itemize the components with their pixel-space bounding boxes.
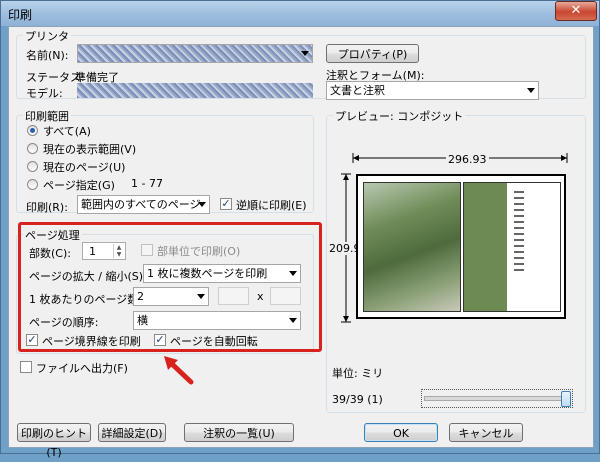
ok-button[interactable]: OK (364, 423, 438, 442)
preview-page (356, 174, 566, 319)
radio-pages-label: ページ指定(G) (43, 179, 115, 192)
preview-thumbnail-2 (463, 182, 561, 312)
reverse-pages-label: 逆順に印刷(E) (236, 199, 307, 212)
radio-pages[interactable] (27, 179, 38, 190)
slider-thumb[interactable] (561, 391, 571, 407)
pages-range-value: 1 - 77 (131, 177, 163, 190)
radio-current-view-label: 現在の表示範囲(V) (43, 143, 137, 156)
preview-width: 296.93 (446, 153, 489, 166)
arrow-annotation-icon (164, 356, 194, 385)
page-count: 39/39 (1) (332, 393, 383, 406)
cancel-button[interactable]: キャンセル (449, 423, 523, 442)
print-range-label: 印刷範囲 (23, 108, 71, 124)
dialog-body: プリンタ 名前(N): プロパティ(P) ステータス: 準備完了 注釈とフォーム… (8, 26, 594, 459)
preview-thumbnail-1 (363, 182, 461, 312)
print-subset-value: 範囲内のすべてのページ (81, 198, 201, 211)
chevron-down-icon (527, 88, 535, 93)
preview-label: プレビュー: コンポジット (333, 108, 466, 124)
print-tips-button[interactable]: 印刷のヒント(T) (17, 423, 91, 459)
printer-group-label: プリンタ (23, 28, 71, 44)
reverse-pages-checkbox[interactable]: ✓ (220, 198, 232, 210)
thumbnail-text-lines (514, 191, 524, 271)
highlight-box (18, 222, 322, 352)
chevron-down-icon (301, 51, 309, 56)
advanced-button[interactable]: 詳細設定(D) (98, 423, 166, 442)
printer-name-select[interactable] (77, 44, 313, 63)
units-label: 単位: ミリ (332, 367, 384, 380)
slider-track (424, 396, 571, 401)
printer-name-label: 名前(N): (26, 49, 69, 62)
summarize-comments-button[interactable]: 注釈の一覧(U) (184, 423, 294, 442)
print-to-file-checkbox[interactable] (20, 361, 32, 373)
preview-page-slider[interactable] (421, 389, 573, 408)
chevron-down-icon (198, 202, 206, 207)
model-label: モデル: (26, 87, 63, 100)
model-value (77, 83, 313, 98)
print-to-file-label: ファイルへ出力(F) (36, 362, 128, 375)
notes-forms-select[interactable]: 文書と注釈 (326, 81, 539, 100)
radio-current-page-label: 現在のページ(U) (43, 161, 126, 174)
print-subset-label: 印刷(R): (26, 201, 68, 214)
print-subset-select[interactable]: 範囲内のすべてのページ (77, 195, 210, 214)
radio-all-label: すべて(A) (43, 125, 91, 138)
properties-button[interactable]: プロパティ(P) (326, 44, 419, 63)
notes-forms-value: 文書と注釈 (330, 84, 385, 97)
radio-current-page[interactable] (27, 161, 38, 172)
radio-all[interactable] (27, 125, 38, 136)
radio-current-view[interactable] (27, 143, 38, 154)
